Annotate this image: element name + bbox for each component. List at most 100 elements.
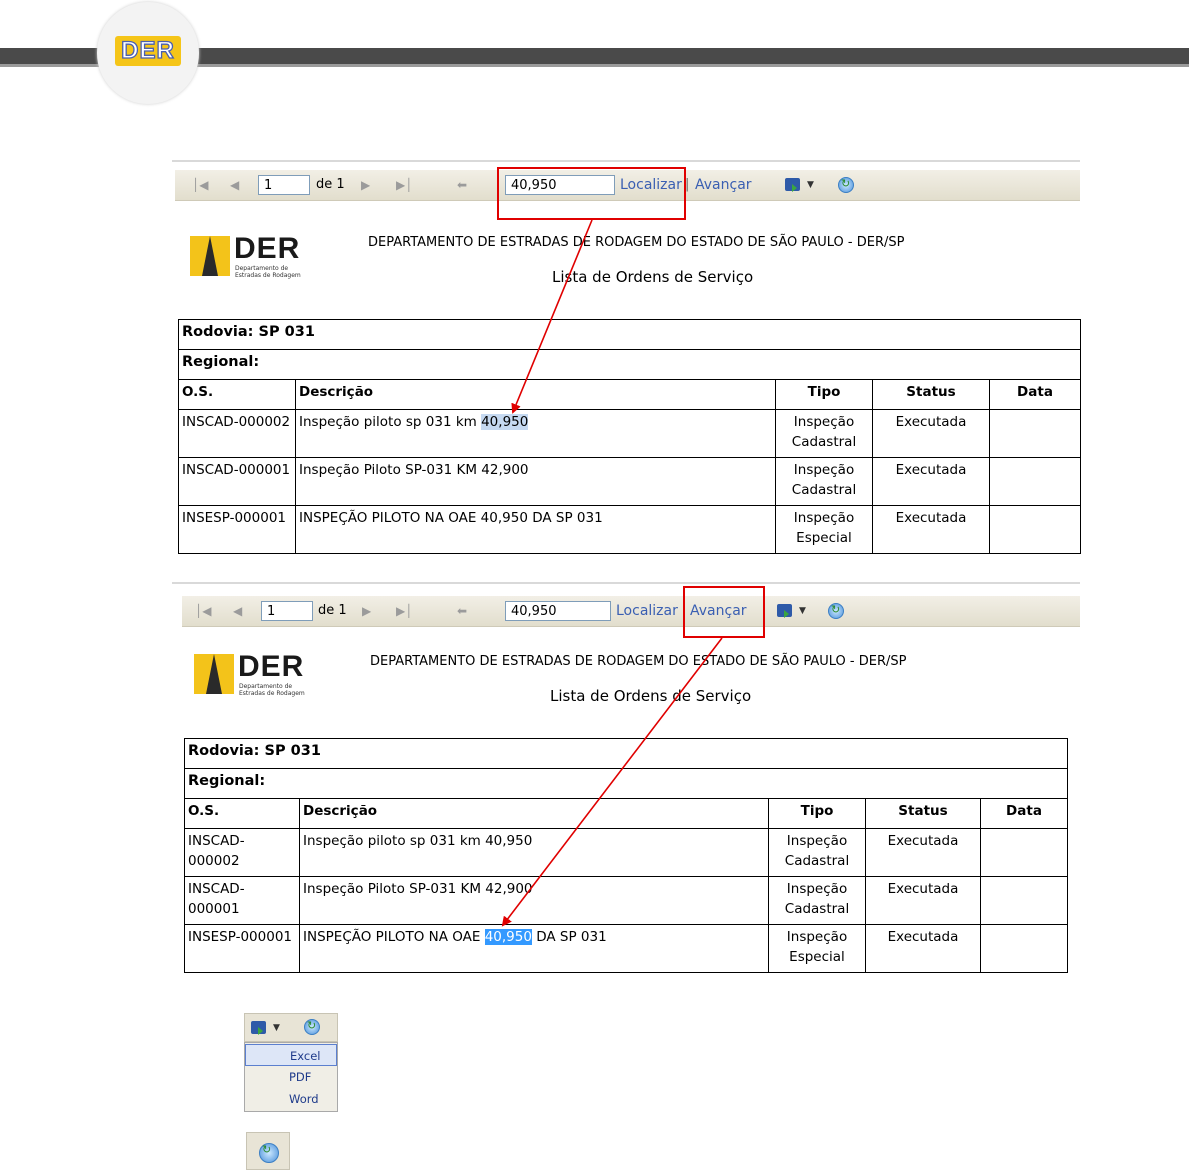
next-page-icon[interactable]: ▶ (362, 596, 371, 626)
regional-label: Regional: (178, 349, 1081, 380)
table-row: INSCAD-000002 Inspeção piloto sp 031 km … (184, 828, 1068, 877)
col-status: Status (872, 379, 990, 410)
first-page-icon[interactable]: │◀ (192, 170, 208, 200)
descricao-cell: Inspeção piloto sp 031 km 40,950 (295, 409, 776, 458)
logo-name: DER (238, 650, 305, 683)
table-header-row: O.S. Descrição Tipo Status Data (184, 798, 1068, 829)
col-data: Data (980, 798, 1068, 829)
menu-item-label: Excel (290, 1049, 321, 1063)
back-icon[interactable]: ⬅ (457, 170, 467, 200)
chevron-down-icon[interactable]: ▼ (273, 1023, 280, 1033)
status-cell: Executada (865, 924, 981, 973)
data-cell (980, 924, 1068, 973)
desc-text-post: DA SP 031 (531, 929, 607, 945)
export-toolbar-snippet: ▼ (244, 1013, 338, 1042)
os-table: Rodovia: SP 031 Regional: O.S. Descrição… (184, 738, 1068, 973)
os-cell: INSESP-000001 (178, 505, 296, 554)
rodovia-label: Rodovia: SP 031 (178, 319, 1081, 350)
page-number-input[interactable]: 1 (261, 601, 313, 621)
menu-item-label: PDF (289, 1070, 312, 1084)
save-export-icon[interactable] (251, 1021, 266, 1035)
refresh-icon[interactable] (828, 603, 844, 619)
descricao-cell: Inspeção Piloto SP-031 KM 42,900 (299, 876, 769, 925)
logo-subtitle: Departamento de Estradas de Rodagem (239, 683, 305, 697)
page-number-input[interactable]: 1 (258, 175, 310, 195)
page-count-label: de 1 (318, 603, 347, 618)
page-count-label: de 1 (316, 177, 345, 192)
report-subtitle: Lista de Ordens de Serviço (550, 687, 752, 705)
table-row: INSCAD-000001 Inspeção Piloto SP-031 KM … (178, 457, 1081, 506)
refresh-button-snippet (246, 1132, 290, 1170)
menu-item-word[interactable]: Word (245, 1088, 337, 1110)
save-export-icon[interactable] (777, 604, 792, 618)
export-menu: Excel PDF Word (244, 1042, 338, 1112)
os-cell: INSCAD-000001 (184, 876, 300, 925)
refresh-icon[interactable] (259, 1143, 279, 1163)
col-tipo: Tipo (768, 798, 866, 829)
report-viewer-1: │◀ ◀ 1 de 1 ▶ ▶│ ⬅ 40,950 Localizar | Av… (172, 160, 1081, 560)
panel-top-line (172, 582, 1080, 584)
desc-text: INSPEÇÃO PILOTO NA OAE (303, 929, 485, 945)
tipo-cell: Inspeção Cadastral (775, 457, 873, 506)
search-highlight: 40,950 (484, 929, 532, 945)
regional-label: Regional: (184, 768, 1068, 799)
os-cell: INSESP-000001 (184, 924, 300, 973)
menu-item-excel[interactable]: Excel (245, 1044, 337, 1066)
col-descricao: Descrição (299, 798, 769, 829)
col-os: O.S. (178, 379, 296, 410)
search-input[interactable]: 40,950 (505, 601, 611, 621)
os-cell: INSCAD-000002 (184, 828, 300, 877)
descricao-cell: Inspeção piloto sp 031 km 40,950 (299, 828, 769, 877)
report-subtitle: Lista de Ordens de Serviço (552, 268, 754, 286)
data-cell (989, 409, 1081, 458)
col-tipo: Tipo (775, 379, 873, 410)
col-descricao: Descrição (295, 379, 776, 410)
tipo-line-1: Inspeção (793, 462, 855, 478)
menu-item-label: Word (289, 1092, 319, 1106)
chevron-down-icon[interactable]: ▼ (807, 180, 814, 190)
prev-page-icon[interactable]: ◀ (233, 596, 242, 626)
tipo-line-2: Cadastral (784, 853, 850, 869)
status-cell: Executada (865, 828, 981, 877)
tipo-line-1: Inspeção (786, 833, 848, 849)
descricao-cell: INSPEÇÃO PILOTO NA OAE 40,950 DA SP 031 (299, 924, 769, 973)
col-os: O.S. (184, 798, 300, 829)
next-page-icon[interactable]: ▶ (361, 170, 370, 200)
der-logo-mark (190, 236, 230, 276)
tipo-cell: Inspeção Cadastral (775, 409, 873, 458)
der-logo-mark (194, 654, 234, 694)
last-page-icon[interactable]: ▶│ (396, 596, 412, 626)
tipo-line-2: Cadastral (784, 901, 850, 917)
next-match-link[interactable]: Avançar (695, 170, 752, 200)
logo-subtitle: Departamento de Estradas de Rodagem (235, 265, 301, 279)
save-export-icon[interactable] (785, 178, 800, 192)
os-cell: INSCAD-000002 (178, 409, 296, 458)
back-icon[interactable]: ⬅ (457, 596, 467, 626)
rodovia-label: Rodovia: SP 031 (184, 738, 1068, 769)
menu-item-pdf[interactable]: PDF (245, 1066, 337, 1088)
refresh-icon[interactable] (838, 177, 854, 193)
chevron-down-icon[interactable]: ▼ (799, 606, 806, 616)
status-cell: Executada (865, 876, 981, 925)
os-cell: INSCAD-000001 (178, 457, 296, 506)
data-cell (989, 457, 1081, 506)
panel-top-line (172, 160, 1080, 162)
prev-page-icon[interactable]: ◀ (230, 170, 239, 200)
tipo-line-2: Cadastral (791, 434, 857, 450)
refresh-icon[interactable] (304, 1019, 320, 1035)
tipo-line-1: Inspeção (786, 881, 848, 897)
descricao-cell: Inspeção Piloto SP-031 KM 42,900 (295, 457, 776, 506)
table-row: INSESP-000001 INSPEÇÃO PILOTO NA OAE 40,… (184, 924, 1068, 973)
table-row: INSCAD-000001 Inspeção Piloto SP-031 KM … (184, 876, 1068, 925)
tipo-cell: Inspeção Especial (768, 924, 866, 973)
annotation-box-search (497, 167, 686, 220)
last-page-icon[interactable]: ▶│ (396, 170, 412, 200)
find-link[interactable]: Localizar (616, 596, 678, 626)
data-cell (980, 828, 1068, 877)
status-cell: Executada (872, 409, 990, 458)
der-logo-text: DER (115, 36, 181, 66)
logo-name: DER (234, 232, 301, 265)
tipo-cell: Inspeção Cadastral (768, 876, 866, 925)
first-page-icon[interactable]: │◀ (195, 596, 211, 626)
report-title: DEPARTAMENTO DE ESTRADAS DE RODAGEM DO E… (370, 654, 907, 669)
